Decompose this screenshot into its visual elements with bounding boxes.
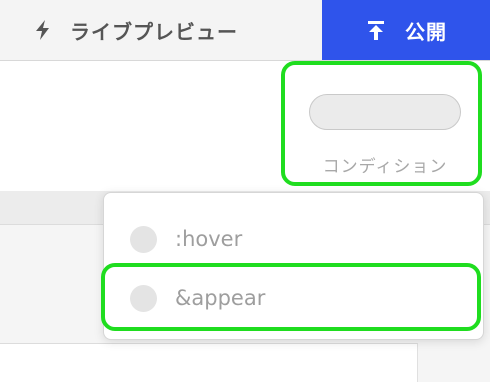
menu-item-appear[interactable]: &appear [104,273,483,323]
condition-dropdown: :hover &appear [103,192,484,340]
live-preview-label: ライブプレビュー [70,19,238,44]
menu-item-label: :hover [175,227,243,251]
menu-item-hover[interactable]: :hover [104,214,483,264]
publish-button[interactable]: 公開 [322,0,490,60]
bolt-icon [32,19,54,41]
menu-item-label: &appear [175,286,266,310]
radio-icon [130,225,157,253]
upload-icon [365,19,387,41]
condition-highlight [281,61,482,186]
toolbar: ライブプレビュー 公開 [0,0,490,61]
live-preview-button[interactable]: ライブプレビュー [0,0,322,60]
radio-icon [130,284,157,312]
panel-lower [0,343,418,382]
publish-label: 公開 [405,19,447,44]
